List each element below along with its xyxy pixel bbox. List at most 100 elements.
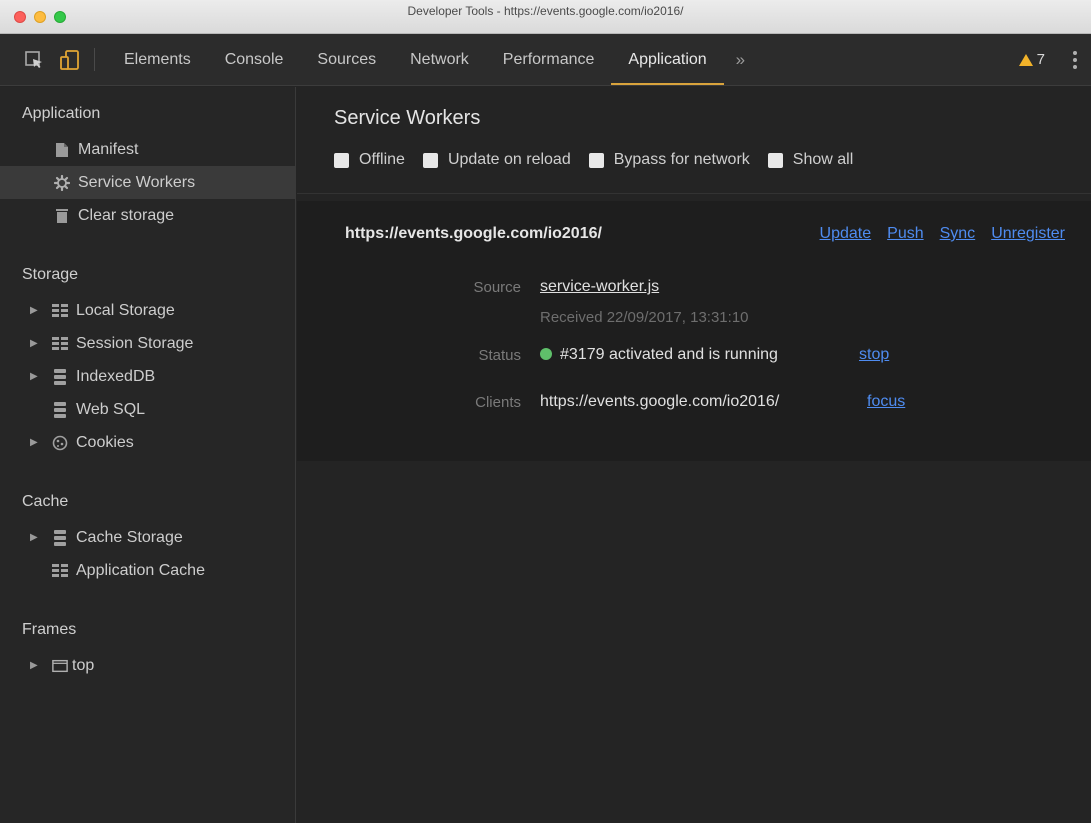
sidebar-item-label: top — [72, 656, 95, 674]
expand-arrow-icon[interactable]: ▶ — [30, 305, 40, 316]
options-divider — [297, 193, 1091, 194]
update-on-reload-checkbox[interactable]: Update on reload — [422, 151, 571, 169]
window-controls — [14, 11, 66, 23]
tab-elements[interactable]: Elements — [107, 34, 208, 85]
worker-actions: Update Push Sync Unregister — [820, 225, 1065, 243]
received-timestamp: Received 22/09/2017, 13:31:10 — [540, 309, 749, 326]
trash-icon — [54, 208, 70, 224]
gear-icon — [54, 174, 70, 191]
source-label: Source — [473, 279, 521, 296]
section-title-cache: Cache — [22, 493, 69, 510]
unregister-link[interactable]: Unregister — [991, 225, 1065, 243]
checkbox-label: Offline — [359, 151, 405, 168]
window-titlebar: Developer Tools - https://events.google.… — [0, 0, 1091, 34]
close-window-button[interactable] — [14, 11, 26, 23]
panel-title: Service Workers — [334, 107, 481, 129]
warning-icon — [1018, 53, 1033, 66]
section-title-storage: Storage — [22, 266, 79, 283]
sidebar-item-web-sql[interactable]: Web SQL — [0, 393, 295, 426]
grid-icon — [52, 563, 68, 579]
grid-icon — [52, 336, 68, 352]
sidebar-item-local-storage[interactable]: ▶ Local Storage — [0, 294, 295, 327]
minimize-window-button[interactable] — [34, 11, 46, 23]
expand-arrow-icon[interactable]: ▶ — [30, 437, 40, 448]
device-toolbar-button[interactable] — [52, 34, 88, 85]
update-link[interactable]: Update — [820, 225, 872, 243]
tab-performance[interactable]: Performance — [486, 34, 612, 85]
tab-network[interactable]: Network — [393, 34, 486, 85]
tab-application[interactable]: Application — [611, 34, 724, 85]
focus-link[interactable]: focus — [867, 393, 905, 411]
tab-label: Application — [628, 50, 707, 68]
tab-label: Elements — [124, 50, 191, 68]
sidebar-item-service-workers[interactable]: Service Workers — [0, 166, 295, 199]
sidebar-item-label: Session Storage — [76, 334, 194, 352]
sidebar-item-top-frame[interactable]: ▶ top — [0, 649, 295, 682]
sidebar-item-cookies[interactable]: ▶ Cookies — [0, 426, 295, 459]
tab-console[interactable]: Console — [208, 34, 301, 85]
bypass-for-network-checkbox[interactable]: Bypass for network — [588, 151, 750, 169]
document-icon — [54, 142, 70, 158]
tab-label: Performance — [502, 50, 595, 68]
customize-menu-button[interactable] — [1059, 34, 1091, 85]
status-text: #3179 activated and is running — [560, 346, 778, 363]
sidebar-item-label: Application Cache — [76, 561, 205, 579]
checkbox-box[interactable] — [588, 152, 604, 168]
database-icon — [52, 401, 68, 418]
status-value: #3179 activated and is running — [540, 346, 778, 364]
application-sidebar: Application Manifest Service Workers Cle… — [0, 87, 296, 823]
expand-arrow-icon[interactable]: ▶ — [30, 660, 40, 671]
show-all-checkbox[interactable]: Show all — [767, 151, 853, 169]
sidebar-item-indexeddb[interactable]: ▶ IndexedDB — [0, 360, 295, 393]
checkbox-box[interactable] — [767, 152, 783, 168]
status-label: Status — [478, 347, 521, 364]
database-icon — [52, 368, 68, 385]
sidebar-item-label: Local Storage — [76, 301, 175, 319]
panel-tabs: Elements Console Sources Network Perform… — [107, 34, 724, 85]
sidebar-item-label: Service Workers — [78, 173, 196, 191]
maximize-window-button[interactable] — [54, 11, 66, 23]
grid-icon — [52, 303, 68, 319]
tab-label: Network — [410, 50, 469, 68]
running-status-dot — [540, 348, 552, 360]
warning-count: 7 — [1036, 51, 1045, 68]
section-title-application: Application — [22, 105, 101, 122]
inspect-cursor-icon — [25, 50, 42, 68]
kebab-menu-icon — [1073, 50, 1077, 69]
sync-link[interactable]: Sync — [940, 225, 976, 243]
sidebar-item-application-cache[interactable]: Application Cache — [0, 554, 295, 587]
client-url: https://events.google.com/io2016/ — [540, 393, 780, 410]
stop-link[interactable]: stop — [859, 346, 889, 364]
checkbox-box[interactable] — [422, 152, 438, 168]
service-worker-options: Offline Update on reload Bypass for netw… — [334, 151, 853, 169]
expand-arrow-icon[interactable]: ▶ — [30, 371, 40, 382]
more-tabs-button[interactable]: » — [724, 34, 757, 85]
expand-arrow-icon[interactable]: ▶ — [30, 532, 40, 543]
sidebar-item-label: IndexedDB — [76, 367, 156, 385]
sidebar-item-label: Clear storage — [78, 206, 175, 224]
service-workers-panel: Service Workers Offline Update on reload… — [297, 87, 1091, 823]
sidebar-item-clear-storage[interactable]: Clear storage — [0, 199, 295, 232]
offline-checkbox[interactable]: Offline — [334, 151, 405, 169]
devtools-toolbar: Elements Console Sources Network Perform… — [0, 34, 1091, 86]
sidebar-item-label: Web SQL — [76, 400, 146, 418]
sidebar-item-session-storage[interactable]: ▶ Session Storage — [0, 327, 295, 360]
push-link[interactable]: Push — [887, 225, 923, 243]
source-file-link[interactable]: service-worker.js — [540, 278, 659, 296]
frame-icon — [52, 658, 68, 674]
sidebar-item-label: Cache Storage — [76, 528, 183, 546]
warnings-counter[interactable]: 7 — [1005, 34, 1059, 85]
checkbox-label: Update on reload — [447, 151, 571, 168]
cookie-icon — [52, 435, 68, 451]
expand-arrow-icon[interactable]: ▶ — [30, 338, 40, 349]
clients-label: Clients — [475, 394, 521, 411]
checkbox-box[interactable] — [334, 152, 349, 168]
sidebar-item-label: Cookies — [76, 433, 134, 451]
tab-sources[interactable]: Sources — [300, 34, 393, 85]
inspect-element-button[interactable] — [16, 34, 52, 85]
sidebar-item-cache-storage[interactable]: ▶ Cache Storage — [0, 521, 295, 554]
device-mode-icon — [60, 49, 79, 70]
service-worker-card: https://events.google.com/io2016/ Update… — [297, 201, 1091, 461]
sidebar-item-manifest[interactable]: Manifest — [0, 133, 295, 166]
